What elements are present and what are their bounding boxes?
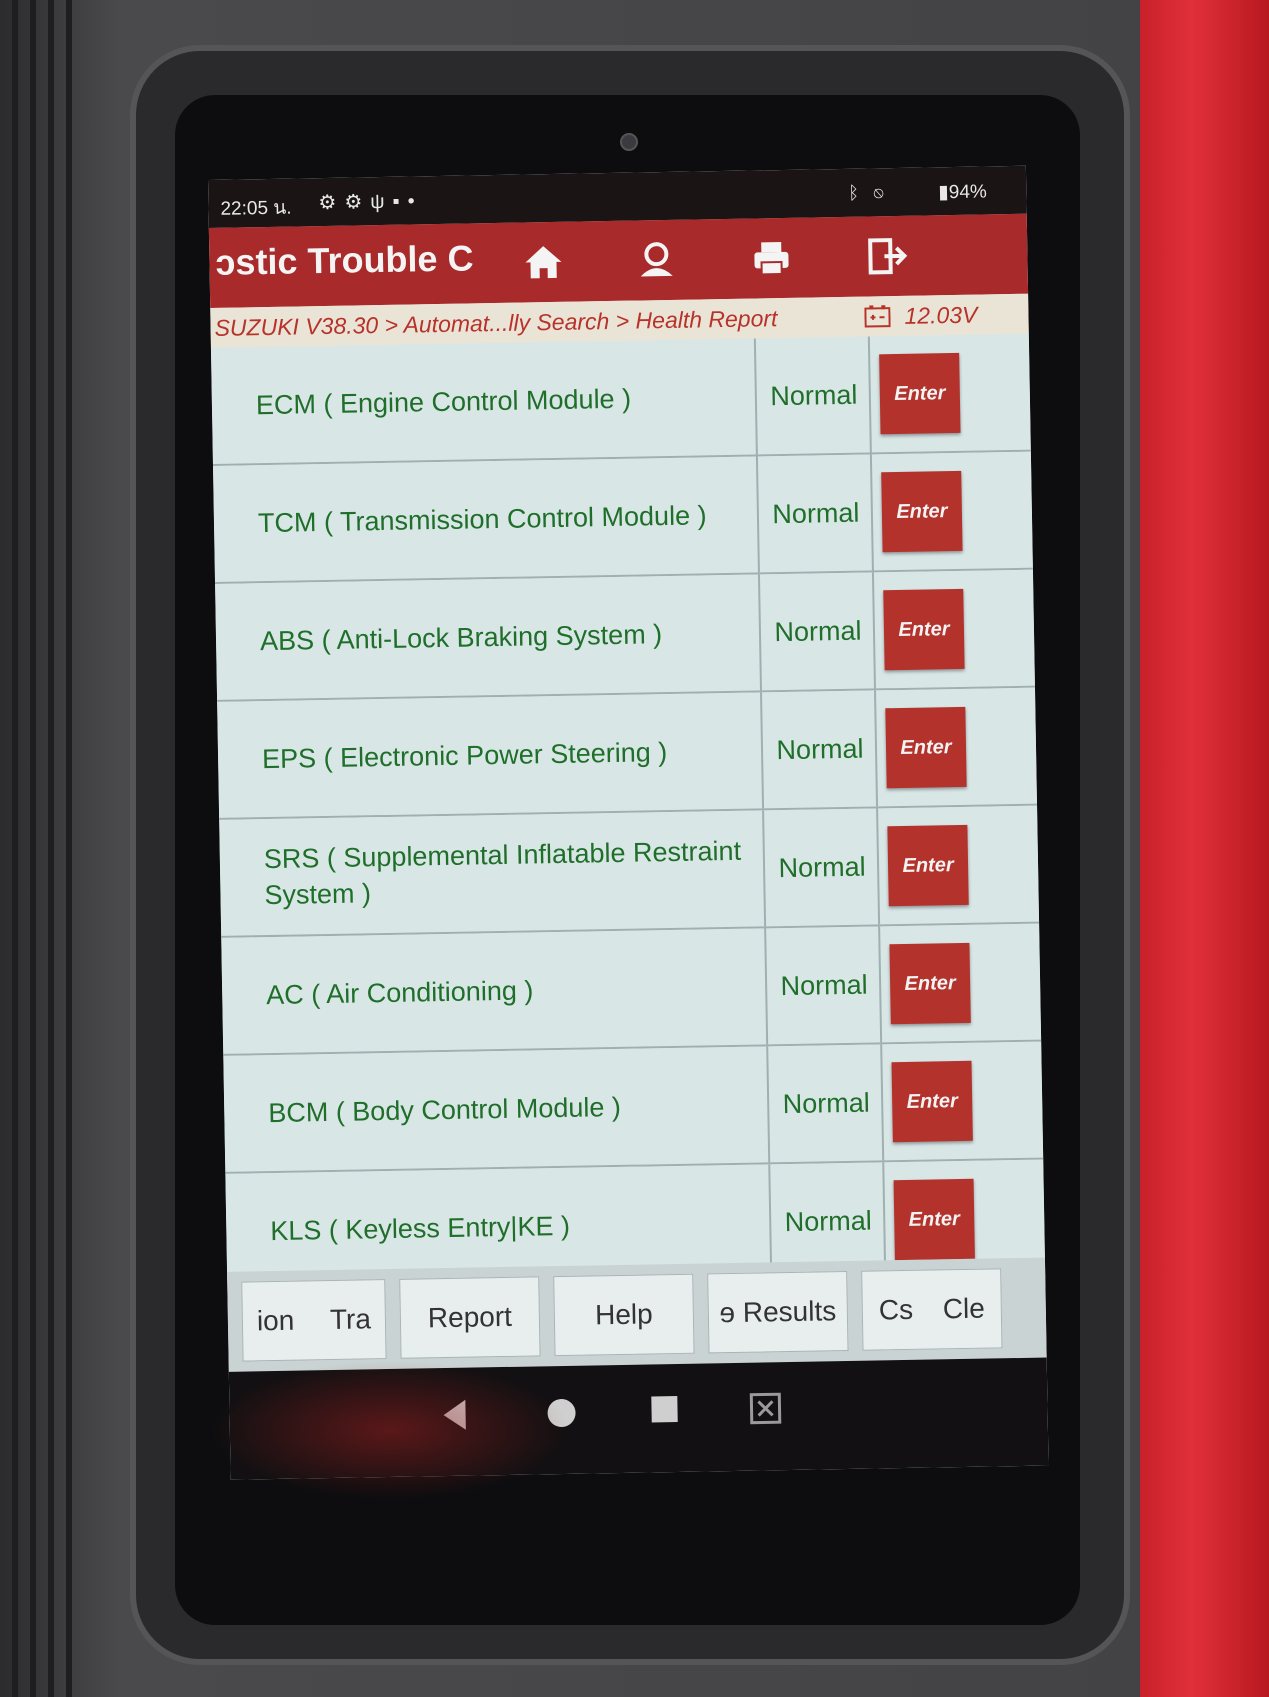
- screen-reflection: [210, 1360, 570, 1500]
- enter-button[interactable]: Enter: [879, 352, 961, 435]
- table-row: TCM ( Transmission Control Module ) Norm…: [212, 451, 1033, 584]
- image-icon: ▪: [392, 190, 408, 213]
- page-title: ɔstic Trouble C: [215, 237, 474, 283]
- module-status: Normal: [757, 336, 872, 455]
- case-edge-stripe: [48, 0, 54, 1697]
- module-status: Normal: [764, 690, 879, 809]
- partial-button-ion[interactable]: ion: [257, 1305, 295, 1338]
- module-name: ABS ( Anti-Lock Braking System ): [215, 574, 762, 700]
- module-status: Normal: [759, 454, 874, 573]
- dot-icon: •: [407, 190, 423, 213]
- module-table: ECM ( Engine Control Module ) Normal Ent…: [210, 333, 1046, 1292]
- exit-icon[interactable]: [864, 234, 909, 279]
- results-button[interactable]: ɘ Results: [707, 1271, 849, 1354]
- case-edge-stripe: [12, 0, 18, 1697]
- device-screen: 22:05 น. ⚙⚙ψ▪• ᛒ⍉ ▮94% ɔstic Trouble C S: [208, 165, 1049, 1480]
- bluetooth-icon: ᛒ: [848, 182, 874, 203]
- user-icon[interactable]: [634, 238, 679, 283]
- enter-button[interactable]: Enter: [885, 706, 967, 789]
- module-name: SRS ( Supplemental Inflatable Restraint …: [219, 810, 767, 936]
- partial-button-tra[interactable]: Tra: [330, 1303, 372, 1336]
- enter-button[interactable]: Enter: [883, 588, 965, 671]
- battery-indicator: ▮94%: [938, 180, 987, 204]
- status-time: 22:05 น.: [220, 197, 292, 220]
- status-notification-icons: ⚙⚙ψ▪•: [318, 188, 423, 215]
- table-row: ECM ( Engine Control Module ) Normal Ent…: [210, 333, 1031, 466]
- module-status: Normal: [766, 808, 881, 927]
- battery-level: 94%: [948, 181, 988, 204]
- bottom-action-bar: ion Tra Report Help ɘ Results Cs Cle: [227, 1257, 1047, 1372]
- usb-icon: ψ: [370, 190, 393, 214]
- module-status: Normal: [768, 926, 883, 1045]
- voltage-readout: 12.03V: [904, 301, 978, 329]
- module-status: Normal: [761, 572, 876, 691]
- table-row: ABS ( Anti-Lock Braking System ) Normal …: [215, 569, 1035, 702]
- enter-button[interactable]: Enter: [881, 470, 963, 553]
- module-name: EPS ( Electronic Power Steering ): [217, 692, 765, 818]
- module-name: BCM ( Body Control Module ): [223, 1046, 771, 1172]
- camera-icon: [620, 133, 638, 151]
- screenshot-icon[interactable]: [749, 1392, 782, 1425]
- status-system-icons: ᛒ⍉: [848, 182, 898, 204]
- table-row: BCM ( Body Control Module ) Normal Enter: [223, 1041, 1044, 1174]
- enter-button[interactable]: Enter: [893, 1178, 975, 1261]
- home-icon[interactable]: [521, 240, 566, 285]
- case-edge-stripe: [66, 0, 72, 1697]
- breadcrumb-path: SUZUKI V38.30 > Automat...lly Search > H…: [214, 305, 778, 341]
- module-name: TCM ( Transmission Control Module ): [212, 456, 760, 582]
- enter-button[interactable]: Enter: [887, 824, 969, 907]
- partial-button-cs[interactable]: Cs: [879, 1294, 914, 1327]
- partial-buttons-group-right: Cs Cle: [861, 1268, 1003, 1351]
- partial-buttons-group: ion Tra: [241, 1279, 387, 1362]
- report-button[interactable]: Report: [399, 1276, 541, 1359]
- partial-button-cle[interactable]: Cle: [943, 1293, 986, 1326]
- module-name: ECM ( Engine Control Module ): [210, 338, 758, 464]
- case-edge-stripe: [30, 0, 36, 1697]
- table-row: EPS ( Electronic Power Steering ) Normal…: [217, 687, 1038, 820]
- gear-icon: ⚙: [318, 191, 345, 215]
- enter-button[interactable]: Enter: [891, 1060, 973, 1143]
- gear-icon: ⚙: [344, 191, 371, 214]
- recents-icon[interactable]: [649, 1394, 680, 1425]
- module-status: Normal: [770, 1044, 885, 1163]
- print-icon[interactable]: [749, 236, 794, 281]
- table-row: SRS ( Supplemental Inflatable Restraint …: [219, 805, 1040, 938]
- red-background: [1140, 0, 1269, 1697]
- app-title-bar: ɔstic Trouble C: [208, 213, 1029, 308]
- module-name: AC ( Air Conditioning ): [221, 928, 769, 1054]
- help-button[interactable]: Help: [553, 1273, 695, 1357]
- battery-voltage-icon: [864, 305, 891, 328]
- enter-button[interactable]: Enter: [889, 942, 971, 1025]
- table-row: AC ( Air Conditioning ) Normal Enter: [221, 923, 1042, 1056]
- mute-icon: ⍉: [872, 181, 899, 203]
